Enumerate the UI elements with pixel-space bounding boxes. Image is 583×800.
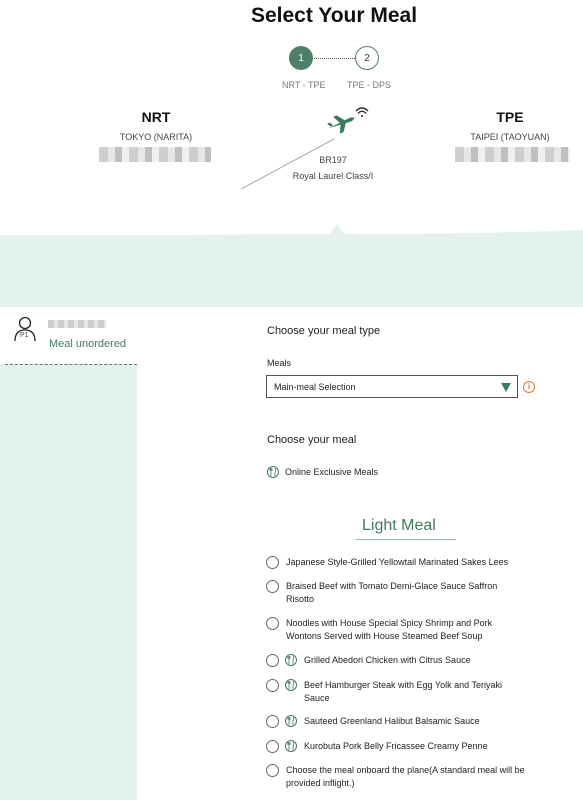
destination-time-redacted [455,147,570,162]
origin-time-redacted [99,147,211,162]
meal-option-1-radio[interactable] [266,556,279,569]
passenger-name-redacted [48,320,106,328]
step-1-indicator[interactable]: 1 [289,46,313,70]
meal-option-5-line1: Beef Hamburger Steak with Egg Yolk and T… [304,680,502,690]
meal-option-7-line1: Kurobuta Pork Belly Fricassee Creamy Pen… [304,741,488,751]
meal-option-7-radio[interactable] [266,740,279,753]
section-band [0,235,583,307]
destination-name: TAIPEI (TAOYUAN) [470,132,550,142]
step-2-label: TPE - DPS [347,80,392,90]
passenger-card[interactable]: P1 Meal unordered [5,307,137,364]
utensils-icon [285,654,297,666]
airplane-icon [327,115,355,134]
meal-option-2-line1: Braised Beef with Tomato Demi-Glace Sauc… [286,581,498,591]
meal-option-6-radio[interactable] [266,715,279,728]
utensils-icon [267,466,279,478]
meal-option-3-line2: Wontons Served with House Steamed Beef S… [286,631,483,641]
meal-option-5-radio[interactable] [266,679,279,692]
meal-type-select[interactable]: Main-meal Selection [266,375,518,398]
passenger-tag: P1 [20,332,29,339]
step-2-indicator[interactable]: 2 [355,46,379,70]
meal-option-1-line1: Japanese Style-Grilled Yellowtail Marina… [286,557,509,567]
light-meal-title: Light Meal [362,517,436,534]
meal-option-4-radio[interactable] [266,654,279,667]
meal-status: Meal unordered [49,338,127,350]
meal-choice-heading: Choose your meal [267,434,357,446]
utensils-icon [285,679,297,691]
dropdown-arrow-icon [501,383,511,392]
utensils-icon [285,715,297,727]
utensils-icon [285,740,297,752]
passenger-divider [5,364,137,365]
page-title: Select Your Meal [250,4,418,27]
meal-type-select-value: Main-meal Selection [274,381,356,392]
sidebar-background [0,364,137,800]
meal-option-2-radio[interactable] [266,580,279,593]
meal-option-2-line2: Risotto [286,594,315,604]
info-icon[interactable]: i [523,381,535,393]
cabin-class: Royal Laurel Class/I [292,171,374,181]
online-exclusive-legend: Online Exclusive Meals [285,467,379,477]
light-meal-underline [356,539,456,540]
destination-code: TPE [496,109,524,125]
origin-code: NRT [141,109,171,125]
meal-type-heading: Choose your meal type [267,325,381,337]
meal-option-3-line1: Noodles with House Special Spicy Shrimp … [286,618,493,628]
flight-number: BR197 [319,155,347,165]
meal-option-4-line1: Grilled Abedori Chicken with Citrus Sauc… [304,655,471,665]
wifi-icon [355,107,369,117]
meals-field-label: Meals [267,358,292,368]
meal-option-5-line2: Sauce [304,693,330,703]
meal-option-8-radio[interactable] [266,764,279,777]
step-connector [314,58,355,59]
meal-option-8-line1: Choose the meal onboard the plane(A stan… [286,765,525,775]
meal-option-6-line1: Sauteed Greenland Halibut Balsamic Sauce [304,716,480,726]
meal-option-3-radio[interactable] [266,617,279,630]
origin-name: TOKYO (NARITA) [119,132,193,142]
meal-option-8-line2: provided inflight.) [286,778,355,788]
step-1-label: NRT - TPE [282,80,326,90]
